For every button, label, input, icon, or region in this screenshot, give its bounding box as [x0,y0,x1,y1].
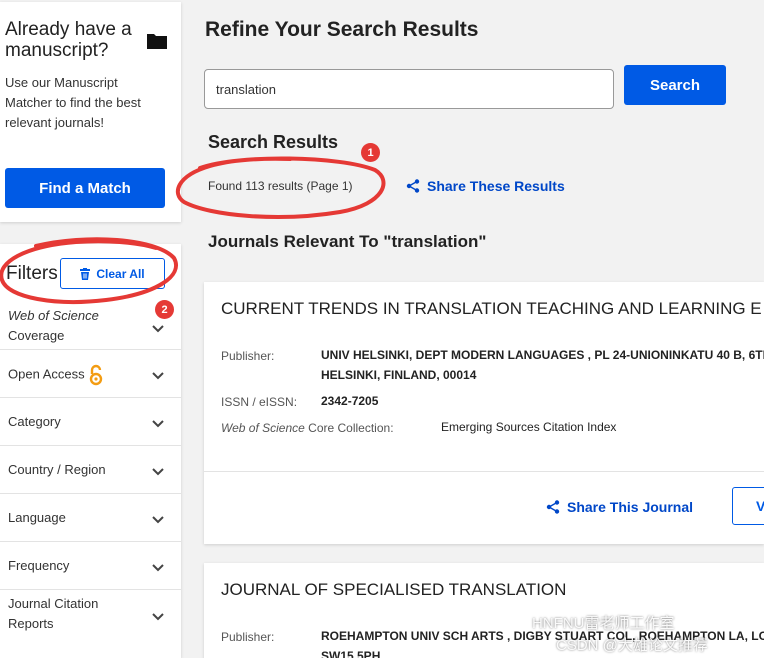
chevron-down-icon [152,613,164,621]
collection-label: Web of Science Core Collection: [221,421,394,435]
filter-label: Journal Citation Reports [8,596,99,631]
trash-icon [80,267,91,280]
filter-category[interactable]: Category [0,398,181,446]
sidebar: Already have a manuscript? Use our Manus… [0,0,181,658]
issn-value: 2342-7205 [321,394,379,408]
publisher-label: Publisher: [221,630,275,644]
filters-label: Filters [6,263,58,284]
search-input[interactable] [204,69,614,109]
filters-panel: Filters Clear All Web of Science Coverage… [0,244,181,658]
chevron-down-icon [152,372,164,380]
filter-open-access[interactable]: Open Access [0,350,181,398]
find-a-match-button[interactable]: Find a Match [5,168,165,208]
open-access-icon [89,364,102,386]
publisher-value: UNIV HELSINKI, DEPT MODERN LANGUAGES , P… [321,348,764,382]
watermark-secondary: CSDN @大雄论文推荐 [556,637,708,654]
search-results-heading: Search Results [208,132,339,152]
share-results-label: Share These Results [427,178,565,194]
filter-country-region[interactable]: Country / Region [0,446,181,494]
chevron-down-icon [152,468,164,476]
filter-frequency[interactable]: Frequency [0,542,181,590]
main-content: Refine Your Search Results Search Search… [181,0,764,658]
watermark: HNFNU雷老师工作室 [532,615,675,632]
filter-label: Frequency [8,558,70,573]
chevron-down-icon [152,564,164,572]
chevron-down-icon [152,516,164,524]
filter-label: Category [8,414,61,429]
manuscript-matcher-card: Already have a manuscript? Use our Manus… [0,2,181,222]
clear-all-button[interactable]: Clear All [60,258,165,289]
filter-label: Language [8,510,66,525]
share-results-link[interactable]: Share These Results [406,178,565,194]
relevant-journals-heading: Journals Relevant To "translation" [208,232,487,251]
publisher-label: Publisher: [221,349,275,363]
share-icon [546,500,560,514]
folder-icon [147,34,167,49]
collection-value: Emerging Sources Citation Index [441,420,617,434]
view-journal-button[interactable]: V [732,487,764,525]
page-title: Refine Your Search Results [205,18,479,41]
filter-wos-coverage[interactable]: Web of Science Coverage [0,302,181,350]
card-divider [204,471,764,472]
search-button[interactable]: Search [624,65,726,105]
journal-title[interactable]: JOURNAL OF SPECIALISED TRANSLATION [221,580,566,600]
share-journal-link[interactable]: Share This Journal [546,499,693,515]
results-count: Found 113 results (Page 1) [208,179,353,193]
promo-title: Already have a manuscript? [5,19,132,61]
filter-language[interactable]: Language [0,494,181,542]
journal-card: CURRENT TRENDS IN TRANSLATION TEACHING A… [204,282,764,544]
filters-header: Filters Clear All [0,244,181,302]
annotation-badge-2: 2 [155,300,174,319]
issn-label: ISSN / eISSN: [221,395,298,409]
share-icon [406,179,420,193]
share-journal-label: Share This Journal [567,499,694,515]
filter-label: Open Access [8,364,103,386]
chevron-down-icon [152,420,164,428]
filter-label: Web of Science Coverage [8,308,99,343]
journal-title[interactable]: CURRENT TRENDS IN TRANSLATION TEACHING A… [221,299,762,319]
filter-label: Country / Region [8,462,106,477]
annotation-badge-1: 1 [361,143,380,162]
filter-journal-citation-reports[interactable]: Journal Citation Reports [0,590,181,650]
clear-all-label: Clear All [96,266,145,281]
chevron-down-icon [152,325,164,333]
promo-text: Use our Manuscript Matcher to find the b… [5,75,141,130]
